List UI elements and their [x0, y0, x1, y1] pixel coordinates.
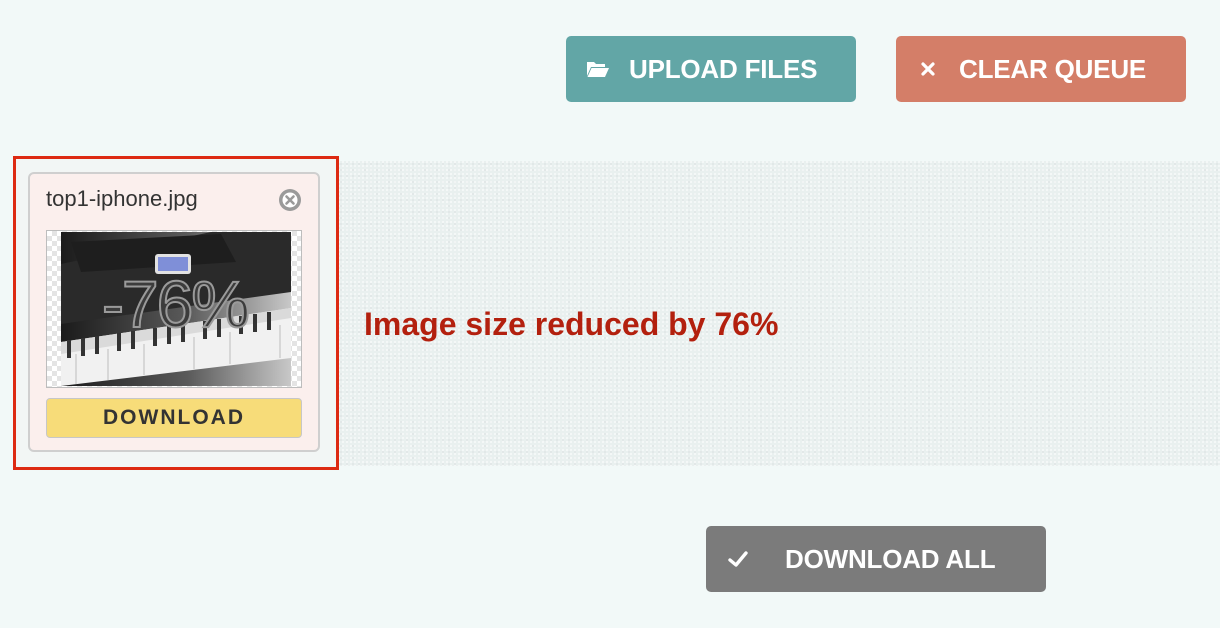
upload-files-label: UPLOAD FILES [629, 53, 818, 84]
close-icon [921, 62, 935, 76]
download-all-button[interactable]: DOWNLOAD ALL [706, 526, 1046, 592]
remove-circle-icon[interactable] [278, 188, 302, 212]
download-all-label: DOWNLOAD ALL [785, 543, 996, 574]
folder-open-icon [586, 57, 610, 81]
clear-queue-label: CLEAR QUEUE [959, 53, 1147, 84]
checkmark-icon [728, 549, 748, 569]
thumbnail-image: -76% [46, 230, 302, 388]
upload-files-button[interactable]: UPLOAD FILES [566, 36, 856, 102]
file-name: top1-iphone.jpg [46, 186, 198, 211]
download-button[interactable]: DOWNLOAD [46, 398, 302, 438]
reduction-badge: -76% [101, 267, 251, 341]
file-card: top1-iphone.jpg -76% DOWNLOAD [28, 172, 320, 452]
compression-result-message: Image size reduced by 76% [364, 306, 779, 342]
clear-queue-button[interactable]: CLEAR QUEUE [896, 36, 1186, 102]
